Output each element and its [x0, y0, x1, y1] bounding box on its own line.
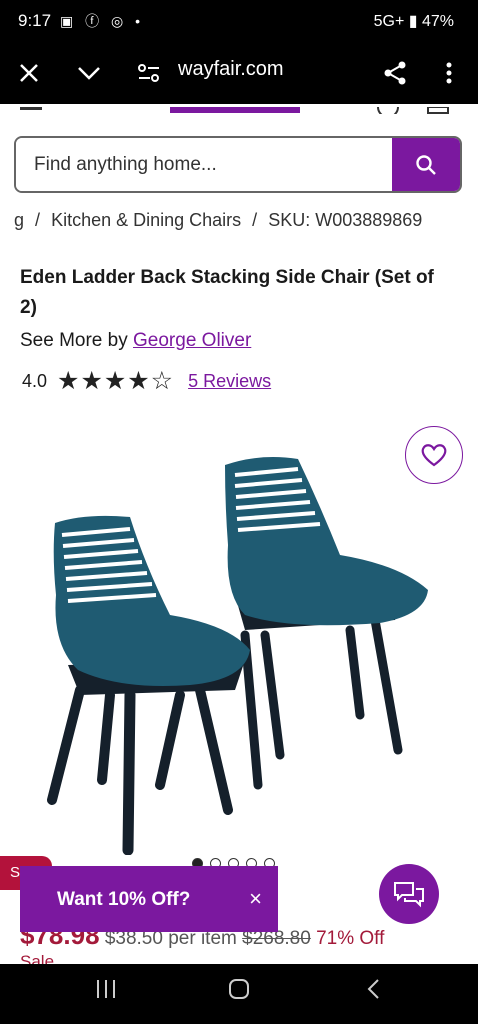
status-time: 9:17	[18, 11, 52, 30]
status-bar: 9:17 ▣ ⓕ ◎ • 5G+ ▮ 47%	[0, 0, 478, 42]
home-icon[interactable]	[228, 978, 250, 1007]
share-icon[interactable]	[376, 54, 414, 92]
breadcrumb-sku: SKU: W003889869	[268, 210, 423, 230]
discount-percent: 71% Off	[316, 928, 385, 949]
chat-icon	[394, 882, 424, 908]
see-more-label: See More by	[20, 330, 128, 351]
back-icon[interactable]	[366, 978, 380, 1007]
search-button[interactable]	[392, 138, 460, 191]
see-more-line: See More by George Oliver	[20, 330, 251, 352]
recent-apps-icon[interactable]	[95, 978, 117, 1006]
promo-close-button[interactable]: ×	[249, 886, 262, 912]
breadcrumb-item[interactable]: Kitchen & Dining Chairs	[51, 210, 241, 230]
status-right: 5G+ ▮ 47%	[373, 13, 454, 30]
rating-row: 4.0 ★★★★☆ 5 Reviews	[22, 366, 271, 396]
header-partial	[0, 104, 478, 114]
brand-link[interactable]: George Oliver	[133, 330, 251, 351]
breadcrumb: g / Kitchen & Dining Chairs / SKU: W0038…	[14, 210, 428, 231]
url-text[interactable]: wayfair.com	[178, 58, 284, 81]
more-options-icon[interactable]	[430, 54, 468, 92]
reviews-link[interactable]: 5 Reviews	[188, 371, 271, 392]
breadcrumb-separator: /	[35, 210, 41, 230]
search-bar	[14, 136, 462, 193]
search-icon	[416, 154, 436, 175]
star-rating-icon: ★★★★☆	[57, 367, 175, 395]
promo-banner[interactable]: Want 10% Off? ×	[20, 866, 278, 932]
promo-text: Want 10% Off?	[57, 889, 191, 910]
notification-icons: ▣ ⓕ ◎ •	[60, 13, 145, 29]
system-nav-bar	[0, 964, 478, 1024]
chair-front-image	[47, 515, 250, 856]
close-icon[interactable]	[10, 54, 48, 92]
product-image[interactable]	[30, 445, 450, 856]
chevron-down-icon[interactable]	[70, 54, 108, 92]
heart-icon	[421, 444, 447, 467]
rating-value: 4.0	[22, 370, 48, 391]
product-title: Eden Ladder Back Stacking Side Chair (Se…	[20, 267, 434, 318]
browser-toolbar: wayfair.com	[0, 42, 478, 104]
favorite-button[interactable]	[405, 426, 463, 484]
breadcrumb-separator: /	[252, 210, 258, 230]
search-input[interactable]	[16, 138, 394, 191]
chair-back-image	[225, 457, 428, 790]
site-settings-icon[interactable]	[130, 54, 168, 92]
chat-button[interactable]	[379, 864, 439, 924]
breadcrumb-item[interactable]: g	[14, 210, 24, 230]
